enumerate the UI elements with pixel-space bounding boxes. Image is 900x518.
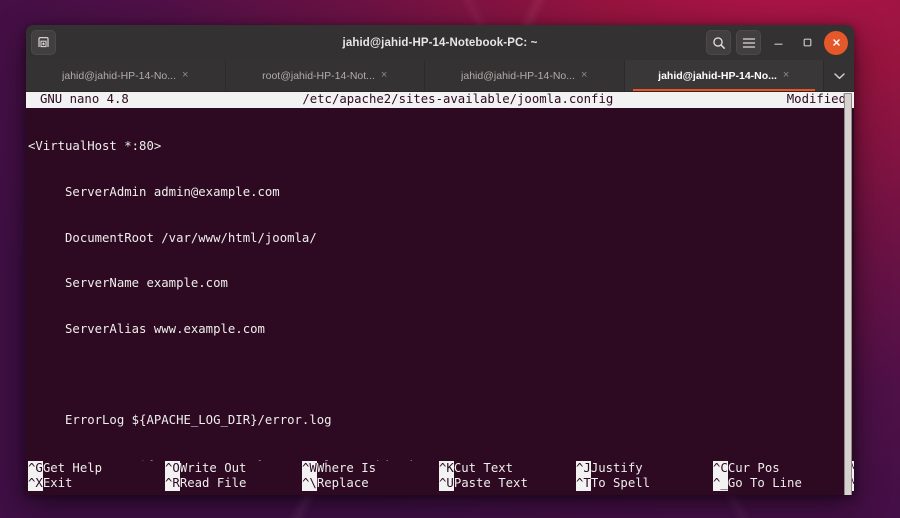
nano-editor-text[interactable]: <VirtualHost *:80> ServerAdmin admin@exa… <box>26 108 854 460</box>
nano-filename: /etc/apache2/sites-available/joomla.conf… <box>302 92 614 107</box>
shortcut-label: Get Help <box>42 460 103 475</box>
shortcut-replace[interactable]: ^\ Replace <box>302 475 439 491</box>
shortcut-label: Read File <box>179 475 247 490</box>
tab-4-active[interactable]: jahid@jahid-HP-14-No... × <box>624 60 824 91</box>
shortcut-exit[interactable]: ^X Exit <box>28 475 165 491</box>
tab-close-icon[interactable]: × <box>581 70 587 81</box>
tab-label: jahid@jahid-HP-14-No... <box>461 69 576 82</box>
shortcut-write-out[interactable]: ^O Write Out <box>165 460 302 476</box>
shortcut-row-2: ^X Exit ^R Read File ^\ Replace ^U Paste Tex… <box>28 475 854 491</box>
shortcut-justify[interactable]: ^J Justify <box>576 460 713 476</box>
shortcut-cut-text[interactable]: ^K Cut Text <box>439 460 576 476</box>
nano-version: GNU nano 4.8 <box>40 92 129 107</box>
tab-2[interactable]: root@jahid-HP-14-Not... × <box>226 60 425 91</box>
shortcut-label: Exit <box>42 475 73 490</box>
tab-label: root@jahid-HP-14-Not... <box>262 69 375 82</box>
shortcut-label: Go To Line <box>727 475 802 490</box>
shortcut-key: ^G <box>28 460 43 476</box>
tab-label: jahid@jahid-HP-14-No... <box>658 69 777 82</box>
minimize-icon[interactable] <box>766 31 790 55</box>
shortcut-to-spell[interactable]: ^T To Spell <box>576 475 713 491</box>
shortcut-key: ^_ <box>713 475 728 491</box>
new-tab-icon[interactable] <box>31 30 56 55</box>
shortcut-label: To Spell <box>590 475 651 490</box>
nano-title-bar: GNU nano 4.8 /etc/apache2/sites-availabl… <box>26 92 854 108</box>
terminal-content[interactable]: GNU nano 4.8 /etc/apache2/sites-availabl… <box>26 92 854 495</box>
scrollbar-thumb[interactable] <box>844 93 852 495</box>
shortcut-key: ^C <box>713 460 728 476</box>
nano-status: Modified <box>786 92 846 107</box>
shortcut-key: ^O <box>165 460 180 476</box>
terminal-scrollbar[interactable] <box>844 92 852 495</box>
tab-label: jahid@jahid-HP-14-No... <box>62 69 177 82</box>
tab-bar: jahid@jahid-HP-14-No... × root@jahid-HP-… <box>26 60 854 92</box>
close-icon[interactable] <box>824 30 848 55</box>
shortcut-paste-text[interactable]: ^U Paste Text <box>439 475 576 491</box>
shortcut-get-help[interactable]: ^G Get Help <box>28 460 165 476</box>
shortcut-key: ^W <box>302 460 317 476</box>
tab-1[interactable]: jahid@jahid-HP-14-No... × <box>26 60 226 91</box>
editor-line: ErrorLog ${APACHE_LOG_DIR}/error.log <box>28 412 332 427</box>
editor-line: ServerAlias www.example.com <box>28 321 265 336</box>
terminal-window: jahid@jahid-HP-14-Notebook-PC: ~ jahid@j… <box>26 25 854 495</box>
tab-3[interactable]: jahid@jahid-HP-14-No... × <box>425 60 625 91</box>
shortcut-label: Write Out <box>179 460 247 475</box>
shortcut-label: Where Is <box>316 460 377 475</box>
editor-line: <VirtualHost *:80> <box>28 139 162 154</box>
editor-line: ServerName example.com <box>28 276 228 291</box>
editor-line: ServerAdmin admin@example.com <box>28 185 280 199</box>
shortcut-read-file[interactable]: ^R Read File <box>165 475 302 491</box>
shortcut-label: Cur Pos <box>727 460 780 475</box>
nano-shortcut-bar: ^G Get Help ^O Write Out ^W Where Is ^K Cut … <box>26 460 854 495</box>
search-icon[interactable] <box>706 30 731 55</box>
editor-line: DocumentRoot /var/www/html/joomla/ <box>28 230 317 245</box>
shortcut-key: ^J <box>576 460 591 476</box>
tab-close-icon[interactable]: × <box>182 70 188 81</box>
tab-close-icon[interactable]: × <box>381 70 387 81</box>
shortcut-key: ^T <box>576 475 591 491</box>
shortcut-go-to-line[interactable]: ^_ Go To Line <box>713 475 850 491</box>
window-controls <box>706 30 848 55</box>
shortcut-key: ^U <box>439 475 454 491</box>
chevron-down-icon[interactable] <box>824 60 854 91</box>
shortcut-label: Paste Text <box>453 475 528 490</box>
shortcut-key: ^\ <box>302 475 317 491</box>
shortcut-key: ^X <box>28 475 43 491</box>
shortcut-label: Justify <box>590 460 643 475</box>
shortcut-label: Replace <box>316 475 369 490</box>
shortcut-where-is[interactable]: ^W Where Is <box>302 460 439 476</box>
maximize-icon[interactable] <box>795 31 819 55</box>
shortcut-key: ^R <box>165 475 180 491</box>
hamburger-menu-icon[interactable] <box>736 30 761 55</box>
shortcut-label: Cut Text <box>453 460 514 475</box>
titlebar: jahid@jahid-HP-14-Notebook-PC: ~ <box>26 25 854 60</box>
shortcut-cur-pos[interactable]: ^C Cur Pos <box>713 460 850 476</box>
shortcut-key: ^K <box>439 460 454 476</box>
shortcut-row-1: ^G Get Help ^O Write Out ^W Where Is ^K Cut … <box>28 460 854 476</box>
tab-close-icon[interactable]: × <box>783 70 789 81</box>
